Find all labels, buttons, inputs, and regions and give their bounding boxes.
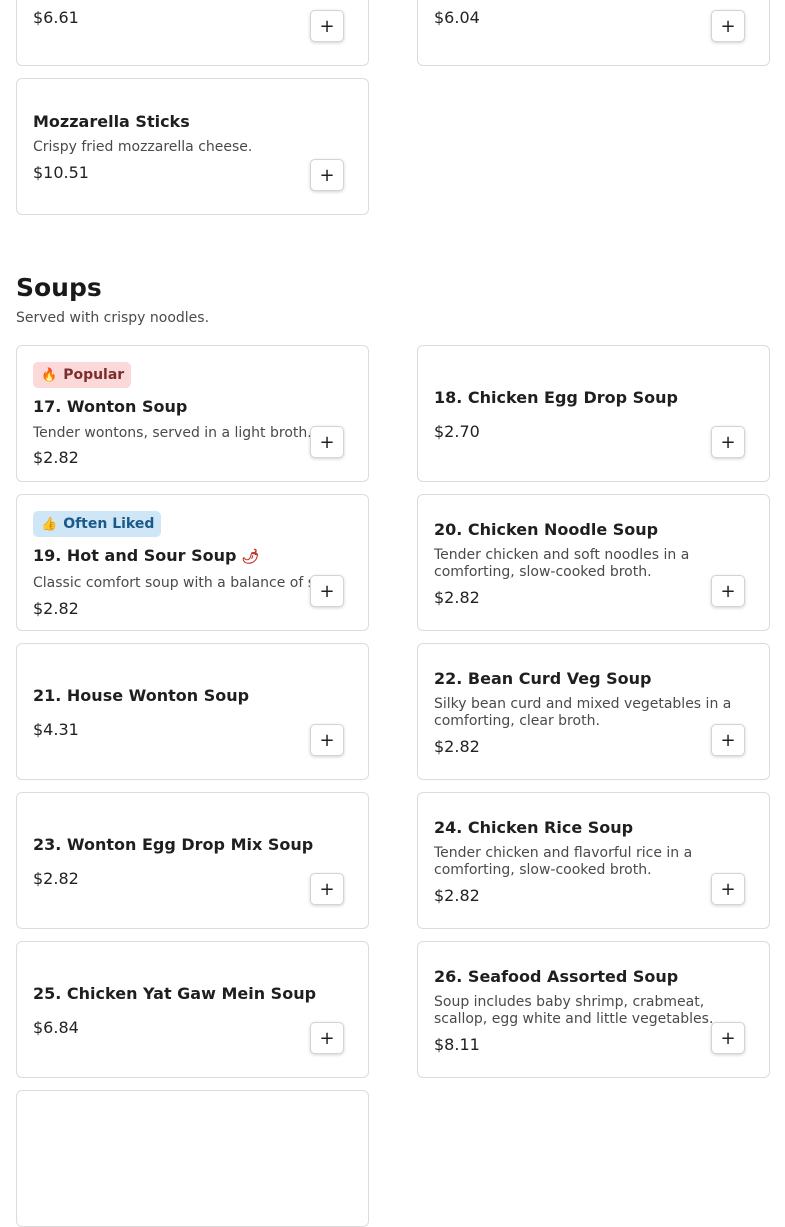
item-description: Soup includes baby shrimp, crabmeat, sca… <box>434 994 714 1027</box>
item-name: 20. Chicken Noodle Soup <box>434 520 659 539</box>
section-title: Soups <box>16 273 102 302</box>
item-name: Mozzarella Sticks <box>33 112 190 131</box>
item-name-text: 19. Hot and Sour Soup <box>33 546 237 565</box>
menu-item-card[interactable]: Mozzarella Sticks Crispy fried mozzarell… <box>16 78 369 215</box>
item-description: Silky bean curd and mixed vegetables in … <box>434 696 732 729</box>
menu-item-card[interactable]: 21. House Wonton Soup $4.31 + <box>16 643 369 780</box>
thumbs-up-icon: 👍 <box>41 516 58 532</box>
item-name: 21. House Wonton Soup <box>33 686 250 705</box>
chili-icon: 🌶 <box>241 549 260 565</box>
add-to-cart-button[interactable]: + <box>310 575 344 607</box>
menu-item-card[interactable]: 👍 Often Liked 19. Hot and Sour Soup 🌶 Cla… <box>16 494 369 631</box>
item-description: Tender wontons, served in a light broth. <box>33 425 312 441</box>
item-description: Tender chicken and soft noodles in a com… <box>434 547 690 580</box>
often-liked-badge: 👍 Often Liked <box>33 511 162 537</box>
menu-item-card[interactable]: 22. Bean Curd Veg Soup Silky bean curd a… <box>417 643 770 780</box>
item-price: $2.82 <box>33 599 79 618</box>
add-to-cart-button[interactable]: + <box>310 724 344 756</box>
item-description: Tender chicken and flavorful rice in a c… <box>434 845 693 878</box>
add-to-cart-button[interactable]: + <box>711 10 745 42</box>
menu-item-card[interactable]: 26. Seafood Assorted Soup Soup includes … <box>417 941 770 1078</box>
add-to-cart-button[interactable]: + <box>711 575 745 607</box>
item-price: $2.70 <box>434 422 480 441</box>
add-to-cart-button[interactable]: + <box>711 1022 745 1054</box>
item-price: $6.84 <box>33 1018 79 1037</box>
item-price: $6.04 <box>434 8 480 27</box>
item-name: 18. Chicken Egg Drop Soup <box>434 388 678 407</box>
badge-label: Often Liked <box>63 516 155 532</box>
item-name: 23. Wonton Egg Drop Mix Soup <box>33 835 314 854</box>
menu-item-card[interactable] <box>16 1090 369 1227</box>
item-description: Classic comfort soup with a balance of s… <box>33 575 334 591</box>
item-name: 26. Seafood Assorted Soup <box>434 967 679 986</box>
menu-item-card[interactable]: 23. Wonton Egg Drop Mix Soup $2.82 + <box>16 792 369 929</box>
menu-item-card[interactable]: $6.04 + <box>417 0 770 66</box>
popular-badge: 🔥 Popular <box>33 362 132 388</box>
add-to-cart-button[interactable]: + <box>310 10 344 42</box>
item-description: Crispy fried mozzarella cheese. <box>33 139 253 155</box>
item-price: $2.82 <box>33 448 79 467</box>
item-price: $2.82 <box>434 737 480 756</box>
menu-item-card[interactable]: 🔥 Popular 17. Wonton Soup Tender wontons… <box>16 345 369 482</box>
item-price: $2.82 <box>434 886 480 905</box>
item-price: $2.82 <box>434 588 480 607</box>
add-to-cart-button[interactable]: + <box>711 724 745 756</box>
item-name: 24. Chicken Rice Soup <box>434 818 634 837</box>
flame-icon: 🔥 <box>41 367 58 383</box>
item-name: 25. Chicken Yat Gaw Mein Soup <box>33 984 317 1003</box>
menu-item-card[interactable]: 20. Chicken Noodle Soup Tender chicken a… <box>417 494 770 631</box>
badge-label: Popular <box>63 367 125 383</box>
item-price: $8.11 <box>434 1035 480 1054</box>
item-name: 17. Wonton Soup <box>33 397 188 416</box>
add-to-cart-button[interactable]: + <box>711 873 745 905</box>
add-to-cart-button[interactable]: + <box>310 873 344 905</box>
menu-item-card[interactable]: 18. Chicken Egg Drop Soup $2.70 + <box>417 345 770 482</box>
item-name: 22. Bean Curd Veg Soup <box>434 669 652 688</box>
item-price: $6.61 <box>33 8 79 27</box>
item-price: $2.82 <box>33 869 79 888</box>
section-subtitle: Served with crispy noodles. <box>16 310 210 326</box>
menu-item-card[interactable]: 24. Chicken Rice Soup Tender chicken and… <box>417 792 770 929</box>
add-to-cart-button[interactable]: + <box>711 426 745 458</box>
menu-item-card[interactable]: $6.61 + <box>16 0 369 66</box>
add-to-cart-button[interactable]: + <box>310 159 344 191</box>
menu-item-card[interactable]: 25. Chicken Yat Gaw Mein Soup $6.84 + <box>16 941 369 1078</box>
add-to-cart-button[interactable]: + <box>310 426 344 458</box>
item-name: 19. Hot and Sour Soup 🌶 <box>33 546 259 565</box>
item-price: $10.51 <box>33 163 89 182</box>
item-price: $4.31 <box>33 720 79 739</box>
add-to-cart-button[interactable]: + <box>310 1022 344 1054</box>
